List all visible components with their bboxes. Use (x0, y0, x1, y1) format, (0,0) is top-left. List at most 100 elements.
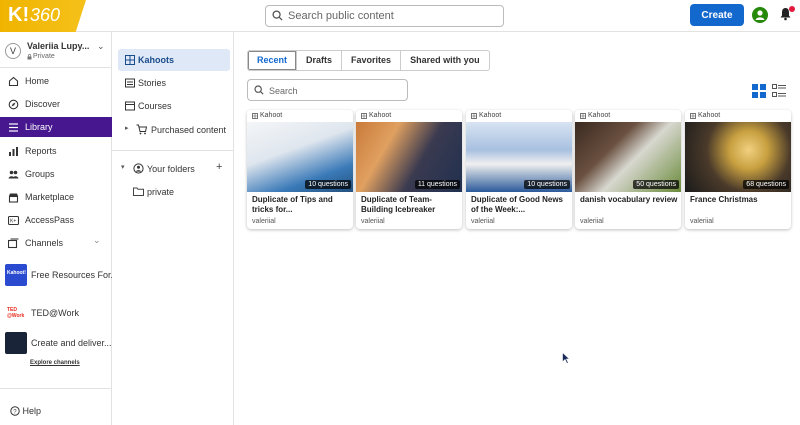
kahoot-logo[interactable]: K! 360 (0, 0, 86, 32)
card-title: Duplicate of Good News of the Week:... (471, 195, 564, 214)
stories-icon (125, 78, 135, 88)
account-switcher[interactable]: V Valeriia Lupy... Private ⌄ (5, 40, 109, 64)
card-type: Kahoot (588, 112, 611, 119)
kahoot-type-icon (361, 113, 367, 119)
nav-label: Discover (25, 99, 61, 109)
public-search-box[interactable] (265, 5, 504, 27)
channel-thumb-text: Kahoot! (7, 270, 26, 276)
folder-kahoots[interactable]: Kahoots (118, 49, 230, 71)
nav-home[interactable]: Home (0, 71, 112, 91)
kahoot-card[interactable]: Kahoot 10 questions Duplicate of Tips an… (247, 110, 353, 229)
help-icon: ? (10, 406, 20, 416)
help-label: Help (22, 406, 42, 416)
nav-reports[interactable]: Reports (0, 141, 112, 161)
channel-thumbnail: Kahoot! (5, 264, 27, 286)
folder-label: Stories (138, 78, 167, 88)
search-icon (272, 10, 283, 21)
card-type: Kahoot (479, 112, 502, 119)
folder-courses[interactable]: Courses (118, 95, 230, 117)
chevron-down-icon: ⌄ (97, 42, 105, 52)
explore-channels-link[interactable]: Explore channels (30, 360, 80, 366)
nav-channels[interactable]: Channels ⌄ (0, 233, 112, 253)
library-search-box[interactable] (247, 79, 408, 101)
card-title: Duplicate of Tips and tricks for... (252, 195, 333, 214)
folder-label: Purchased content (151, 125, 227, 135)
card-author: valeriial (690, 218, 714, 225)
groups-icon (8, 169, 19, 180)
help-link[interactable]: ? Help (10, 406, 41, 416)
search-icon (254, 85, 264, 95)
caret-right-icon: ▸ (125, 124, 129, 132)
library-icon (8, 122, 19, 133)
channel-ted-work[interactable]: TED @Work TED@Work (0, 300, 112, 326)
folder-icon (133, 187, 144, 196)
add-folder-icon[interactable]: + (216, 161, 222, 173)
channel-create-deliver[interactable]: Create and deliver... (0, 330, 112, 356)
nav-accesspass[interactable]: K+ AccessPass (0, 210, 112, 230)
channel-label: Free Resources For... (31, 270, 119, 280)
grid-view-icon[interactable] (752, 84, 766, 98)
reports-icon (8, 146, 19, 157)
tab-drafts[interactable]: Drafts (297, 51, 343, 70)
nav-discover[interactable]: Discover (0, 94, 112, 114)
channels-icon (7, 238, 19, 249)
tab-shared-with-you[interactable]: Shared with you (401, 51, 489, 70)
nav-label: Groups (25, 169, 55, 179)
question-count-badge: 10 questions (305, 180, 351, 189)
channel-thumbnail: TED @Work (5, 302, 27, 324)
question-count-badge: 10 questions (524, 180, 570, 189)
question-count-badge: 50 questions (633, 180, 679, 189)
lock-icon (27, 54, 32, 60)
courses-icon (125, 101, 135, 111)
folder-private[interactable]: private (118, 181, 230, 203)
nav-label: Library (25, 122, 53, 132)
nav-library[interactable]: Library (0, 117, 112, 137)
notification-badge (789, 6, 795, 12)
kahoot-card[interactable]: Kahoot 68 questions France Christmas val… (685, 110, 791, 229)
your-folders-label: Your folders (147, 164, 195, 174)
tab-recent[interactable]: Recent (248, 51, 298, 70)
svg-text:K+: K+ (10, 219, 16, 225)
nav-groups[interactable]: Groups (0, 164, 112, 184)
folder-label: private (147, 187, 175, 197)
your-folders-header[interactable]: ▾ Your folders + (118, 158, 230, 180)
folder-purchased-content[interactable]: ▸ Purchased content (118, 119, 230, 141)
channel-free-resources[interactable]: Kahoot! Free Resources For... (0, 262, 118, 288)
list-view-icon[interactable] (772, 84, 786, 98)
card-author: valeriial (361, 218, 385, 225)
caret-down-icon: ▾ (121, 163, 125, 171)
divider (0, 67, 112, 68)
create-button[interactable]: Create (690, 4, 744, 26)
marketplace-icon (8, 192, 19, 203)
kahoot-card[interactable]: Kahoot 10 questions Duplicate of Good Ne… (466, 110, 572, 229)
kahoot-card[interactable]: Kahoot 11 questions Duplicate of Team-Bu… (356, 110, 462, 229)
public-search-input[interactable] (288, 8, 498, 24)
channel-thumbnail (5, 332, 27, 354)
folder-stories[interactable]: Stories (118, 72, 230, 94)
folder-label: Courses (138, 101, 172, 111)
card-author: valeriial (252, 218, 276, 225)
library-folder-panel: Kahoots Stories Courses ▸ Purchased cont… (112, 32, 234, 425)
card-author: valeriial (580, 218, 604, 225)
profile-avatar[interactable] (752, 7, 768, 23)
nav-marketplace[interactable]: Marketplace (0, 187, 112, 207)
library-search-input[interactable] (269, 83, 404, 98)
user-visibility: Private (33, 53, 55, 60)
home-icon (8, 76, 19, 87)
logo-suffix: 360 (30, 5, 61, 25)
kahoot-card[interactable]: Kahoot 50 questions danish vocabulary re… (575, 110, 681, 229)
tab-favorites[interactable]: Favorites (342, 51, 402, 70)
divider (112, 150, 234, 151)
channel-label: TED@Work (31, 308, 79, 318)
library-content: Recent Drafts Favorites Shared with you … (234, 32, 800, 425)
card-type: Kahoot (260, 112, 283, 119)
card-type: Kahoot (698, 112, 721, 119)
folder-label: Kahoots (138, 55, 174, 65)
top-bar: K! 360 Create (0, 0, 800, 32)
kahoot-type-icon (471, 113, 477, 119)
compass-icon (8, 99, 19, 110)
kahoot-type-icon (580, 113, 586, 119)
cart-icon (136, 124, 147, 135)
nav-label: Home (25, 76, 50, 86)
kahoot-type-icon (252, 113, 258, 119)
